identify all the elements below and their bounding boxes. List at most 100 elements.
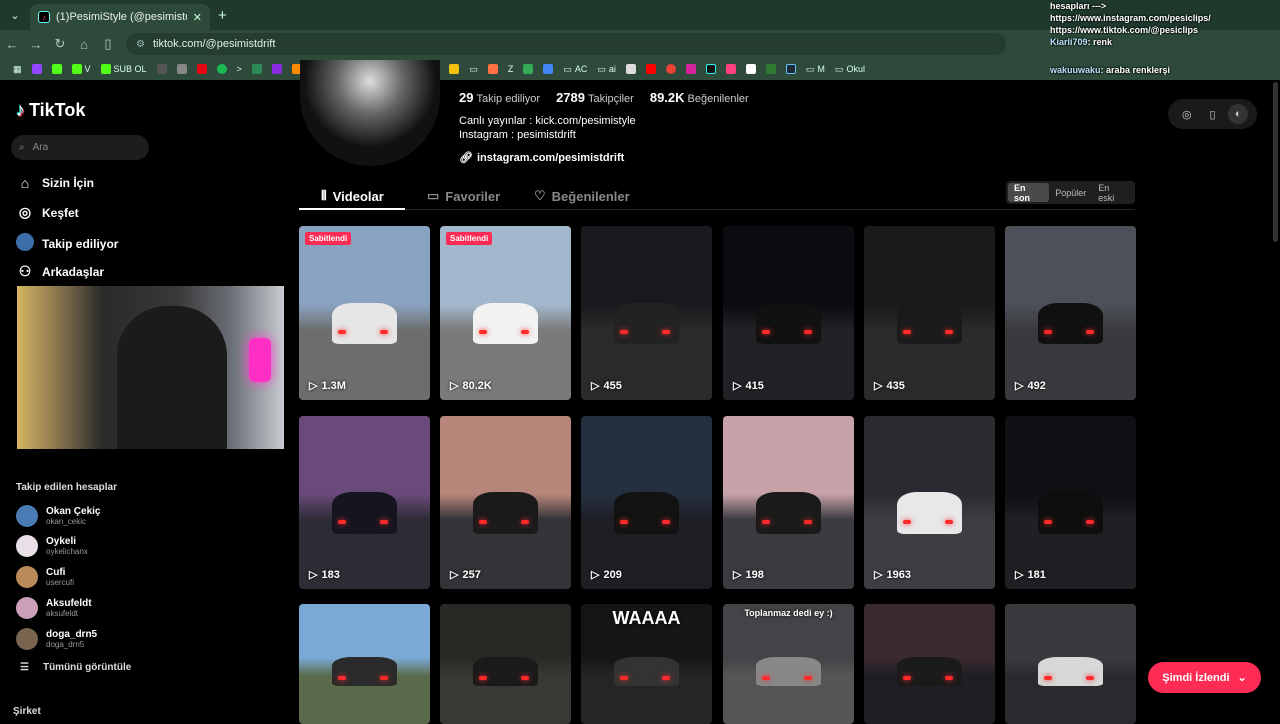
- nav-friends[interactable]: ⚇ Arkadaşlar: [16, 263, 104, 280]
- followed-account[interactable]: Okan Çekiç okan_cekic: [16, 505, 100, 527]
- video-card[interactable]: ▷ 198: [723, 416, 854, 589]
- video-card[interactable]: ▷ 181: [1005, 416, 1136, 589]
- car-thumbnail: [755, 492, 822, 534]
- video-card[interactable]: Sabitlendi ▷ 1.3M: [299, 226, 430, 400]
- taillight: [479, 676, 488, 680]
- video-card[interactable]: [299, 604, 430, 724]
- bookmark-icon[interactable]: [661, 64, 681, 74]
- forward-icon[interactable]: →: [24, 37, 48, 52]
- bookmark-folder-icon[interactable]: ▭: [464, 64, 483, 75]
- nav-following[interactable]: Takip ediliyor: [16, 233, 118, 254]
- microphone-light: [249, 338, 271, 382]
- theme-icon[interactable]: ◐: [1228, 104, 1249, 124]
- bookmark-folder-ai[interactable]: ▭ ai: [592, 64, 621, 75]
- bookmark-icon: ▭: [427, 188, 440, 203]
- video-card[interactable]: ▷ 415: [723, 226, 854, 400]
- taillight: [762, 676, 771, 680]
- taillight: [380, 519, 389, 524]
- followed-account[interactable]: Oykeli oykelichanx: [16, 535, 88, 557]
- video-card[interactable]: WAAAA: [581, 604, 712, 724]
- sort-popular[interactable]: Popüler: [1049, 183, 1092, 202]
- see-all-link[interactable]: ☰ Tümünü görüntüle: [20, 662, 131, 673]
- now-watched-button[interactable]: Şimdi İzlendi ⌄: [1148, 662, 1261, 693]
- video-card[interactable]: ▷ 492: [1005, 226, 1136, 400]
- profile-link[interactable]: 🔗︎ instagram.com/pesimistdrift: [459, 151, 624, 165]
- bookmark-icon[interactable]: [518, 64, 538, 74]
- bookmark-steam-icon[interactable]: [781, 64, 801, 74]
- video-card[interactable]: ▷ 435: [864, 226, 995, 400]
- video-card[interactable]: ▷ 257: [440, 416, 571, 589]
- reload-icon[interactable]: ↻: [48, 36, 72, 52]
- tab-favorites[interactable]: ▭ Favoriler: [427, 188, 500, 204]
- bookmark-kick-icon[interactable]: [47, 64, 67, 74]
- bookmark-youtube-icon[interactable]: [641, 64, 661, 74]
- bookmark-folder-m[interactable]: ▭ M: [801, 64, 830, 75]
- site-info-icon[interactable]: ⚙: [136, 39, 145, 50]
- bookmark-icon[interactable]: >: [232, 64, 247, 74]
- bookmark-folder-ac[interactable]: ▭ AC: [558, 64, 592, 75]
- bookmark-twitch-icon[interactable]: [27, 64, 47, 74]
- bookmark-icon[interactable]: [267, 64, 287, 74]
- view-count: ▷ 1.3M: [309, 379, 346, 393]
- browser-tab[interactable]: ♪ (1)PesimiStyle (@pesimistdrift) ✕: [30, 4, 210, 30]
- tab-liked[interactable]: ♡ Beğenilenler: [534, 188, 630, 204]
- bookmark-netflix-icon[interactable]: [192, 64, 212, 74]
- video-card[interactable]: [1005, 604, 1136, 724]
- bookmark-icon[interactable]: [152, 64, 172, 74]
- car-thumbnail: [472, 492, 539, 534]
- search-input[interactable]: ⌕ Ara: [11, 135, 149, 160]
- followed-account[interactable]: Aksufeldt aksufeldt: [16, 597, 92, 619]
- compass-icon[interactable]: ◎: [1177, 104, 1197, 124]
- back-icon[interactable]: ←: [0, 37, 24, 52]
- followed-account[interactable]: Cufi usercufi: [16, 566, 74, 588]
- bookmark-icon[interactable]: [761, 64, 781, 74]
- video-card[interactable]: ▷ 1963: [864, 416, 995, 589]
- close-tab-icon[interactable]: ✕: [193, 11, 202, 24]
- video-card[interactable]: Toplanmaz dedi ey :): [723, 604, 854, 724]
- sort-oldest[interactable]: En eski: [1092, 183, 1133, 203]
- bookmark-icon[interactable]: [247, 64, 267, 74]
- tab-search-icon[interactable]: ⌄: [4, 4, 26, 26]
- video-card[interactable]: ▷ 455: [581, 226, 712, 400]
- bookmark-icon[interactable]: [621, 64, 641, 74]
- video-card[interactable]: ▷ 183: [299, 416, 430, 589]
- bookmark-icon[interactable]: [444, 64, 464, 74]
- tiktok-logo[interactable]: ♪ TikTok: [16, 100, 85, 121]
- scrollbar[interactable]: [1273, 82, 1278, 242]
- video-card[interactable]: Sabitlendi ▷ 80.2K: [440, 226, 571, 400]
- bookmark-spotify-icon[interactable]: [212, 64, 232, 74]
- nav-for-you[interactable]: ⌂ Sizin İçin: [16, 175, 94, 191]
- followers-stat[interactable]: 2789 Takipçiler: [556, 90, 634, 105]
- bookmark-icon[interactable]: Z: [503, 64, 519, 74]
- friends-icon: ⚇: [18, 263, 32, 279]
- sort-newest[interactable]: En son: [1008, 183, 1050, 203]
- url-field[interactable]: ⚙ tiktok.com/@pesimistdrift: [126, 33, 1006, 55]
- bookmark-icon[interactable]: [741, 64, 761, 74]
- bookmark-kick-v[interactable]: V: [67, 64, 96, 74]
- bookmark-tiktok-icon[interactable]: [701, 64, 721, 74]
- apps-icon[interactable]: ▦: [8, 64, 27, 75]
- bookmark-icon[interactable]: [538, 64, 558, 74]
- taillight: [1086, 519, 1095, 524]
- car-thumbnail: [896, 302, 963, 345]
- split-view-icon[interactable]: ▯: [96, 36, 120, 52]
- video-card[interactable]: [440, 604, 571, 724]
- nav-explore[interactable]: ◎ Keşfet: [16, 204, 79, 221]
- bookmark-folder-okul[interactable]: ▭ Okul: [830, 64, 870, 75]
- car-thumbnail: [613, 302, 680, 345]
- followed-account[interactable]: doga_drn5 doga_drn5: [16, 628, 97, 650]
- bookmark-instagram-icon[interactable]: [681, 64, 701, 74]
- avatar: [16, 566, 38, 588]
- home-page-icon[interactable]: ⌂: [72, 37, 96, 52]
- video-card[interactable]: [864, 604, 995, 724]
- tab-videos[interactable]: ⦀ Videolar: [321, 188, 384, 204]
- bookmark-icon[interactable]: [172, 64, 192, 74]
- bookmark-icon[interactable]: [483, 64, 503, 74]
- following-stat[interactable]: 29 Takip ediliyor: [459, 90, 540, 105]
- bookmark-sub-ol[interactable]: SUB OL: [96, 64, 152, 74]
- phone-icon[interactable]: ▯: [1202, 104, 1222, 124]
- bookmark-icon[interactable]: [721, 64, 741, 74]
- video-card[interactable]: ▷ 209: [581, 416, 712, 589]
- new-tab-icon[interactable]: +: [218, 7, 227, 24]
- company-link[interactable]: Şirket: [13, 706, 41, 717]
